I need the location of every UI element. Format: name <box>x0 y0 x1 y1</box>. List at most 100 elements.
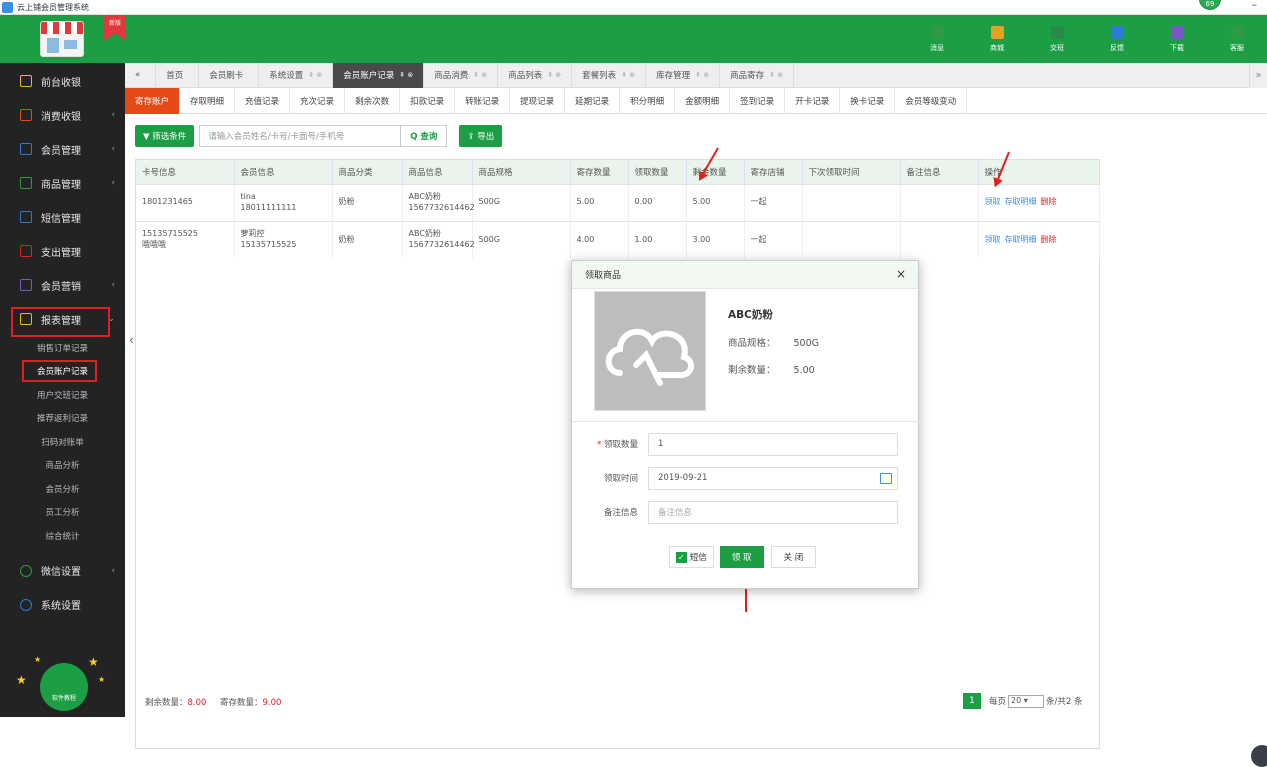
search-input[interactable]: 请输入会员姓名/卡号/卡面号/手机号 <box>199 125 402 147</box>
record-subtab[interactable]: 充值记录 <box>235 87 291 114</box>
pin-close-icon[interactable]: ⇞ ⊗ <box>547 71 561 79</box>
page-tab[interactable]: 商品消费 ⇞ ⊗ <box>424 62 499 88</box>
date-input[interactable]: 2019-09-21 <box>648 466 898 490</box>
page-tab[interactable]: 商品列表 ⇞ ⊗ <box>498 62 573 88</box>
note-label: 备注信息 <box>603 508 638 518</box>
sidebar-subitem[interactable]: 扫码对账单 <box>0 430 125 454</box>
sidebar-collapse-icon[interactable]: ‹ <box>129 333 134 347</box>
record-subtab[interactable]: 扣款记录 <box>400 87 456 114</box>
chat-icon <box>1110 25 1124 39</box>
topnav-item[interactable]: 反馈 <box>1087 15 1147 63</box>
record-subtab[interactable]: 会员等级变动 <box>895 87 968 114</box>
pin-close-icon[interactable]: ⇞ ⊗ <box>399 71 413 79</box>
column-header: 剩余数量 <box>686 160 745 184</box>
topnav-item[interactable]: 交班 <box>1027 15 1087 63</box>
note-input[interactable]: 备注信息 <box>648 500 898 524</box>
tabs-scroll-right[interactable]: » <box>1249 63 1267 88</box>
page-tab[interactable]: 套餐列表 ⇞ ⊗ <box>572 62 647 88</box>
pin-close-icon[interactable]: ⇞ ⊗ <box>473 71 487 79</box>
per-page-select[interactable]: 20 ▾ <box>1008 694 1045 708</box>
sidebar-subitem[interactable]: 员工分析 <box>0 501 125 525</box>
sidebar-subitem[interactable]: 综合统计 <box>0 524 125 548</box>
sidebar-subitem[interactable]: 会员账户记录 <box>0 359 125 384</box>
app-icon <box>2 1 13 13</box>
sidebar-item[interactable]: 前台收银 <box>0 64 125 98</box>
page-tab[interactable]: 系统设置 ⇞ ⊗ <box>259 62 334 88</box>
sidebar-subitem[interactable]: 用户交班记录 <box>0 383 125 407</box>
qty-input[interactable]: 1 <box>648 432 898 456</box>
page-tab[interactable]: 会员刷卡 <box>199 62 260 88</box>
pin-close-icon[interactable]: ⇞ ⊗ <box>695 71 709 79</box>
pin-close-icon[interactable]: ⇞ ⊗ <box>621 71 635 79</box>
expand-arrow-icon: ‹ <box>111 144 115 154</box>
minimize-button[interactable]: – <box>1252 0 1258 11</box>
tutorial-button[interactable]: 软件教程 <box>40 663 88 711</box>
star-icon: ★ <box>16 673 27 687</box>
close-button[interactable]: 关 闭 <box>770 546 817 568</box>
record-subtab[interactable]: 转账记录 <box>455 87 511 114</box>
query-button[interactable]: Q 查询 <box>401 125 448 147</box>
page-tab[interactable]: « <box>125 62 157 88</box>
detail-link[interactable]: 存取明细 <box>1005 197 1037 206</box>
sidebar-item[interactable]: 会员管理 ‹ <box>0 132 125 166</box>
record-subtab[interactable]: 延期记录 <box>565 87 621 114</box>
notification-badge[interactable]: 69 <box>1199 0 1221 10</box>
page-tab[interactable]: 商品寄存 ⇞ ⊗ <box>720 62 795 88</box>
record-subtab[interactable]: 充次记录 <box>290 87 346 114</box>
record-subtab[interactable]: 签到记录 <box>730 87 786 114</box>
topnav-item[interactable]: 消息 <box>907 15 967 63</box>
sidebar-item[interactable]: 商品管理 ‹ <box>0 166 125 200</box>
take-link[interactable]: 领取 <box>985 235 1001 244</box>
topnav-item[interactable]: 商城 <box>967 15 1027 63</box>
sidebar-subitem[interactable]: 销售订单记录 <box>0 336 125 360</box>
calendar-icon[interactable] <box>880 472 892 484</box>
page-tab[interactable]: 库存管理 ⇞ ⊗ <box>646 62 721 88</box>
product-name: ABC奶粉 <box>728 309 773 321</box>
sms-checkbox[interactable]: ✓ 短信 <box>668 546 714 568</box>
detail-link[interactable]: 存取明细 <box>1005 235 1037 244</box>
page-tabs: «首页 会员刷卡 系统设置 ⇞ ⊗ 会员账户记录 ⇞ ⊗ 商品消费 ⇞ ⊗ 商品列表 ⇞ ⊗ 套餐列… <box>125 62 1267 88</box>
check-icon: ✓ <box>675 551 687 563</box>
export-button[interactable]: ⇪ 导出 <box>459 125 503 147</box>
record-subtab[interactable]: 换卡记录 <box>840 87 896 114</box>
float-tool-button[interactable] <box>1251 745 1267 767</box>
sidebar-subitem[interactable]: 推荐返利记录 <box>0 407 125 431</box>
cashier-icon <box>20 75 32 87</box>
header: 新版 消息 商城 交班 反馈 下载 客服 <box>0 15 1267 63</box>
pin-close-icon[interactable]: ⇞ ⊗ <box>308 71 322 79</box>
sidebar-item[interactable]: 短信管理 <box>0 200 125 234</box>
topnav-item[interactable]: 下载 <box>1147 15 1207 63</box>
topnav-item[interactable]: 客服 <box>1207 15 1267 63</box>
take-button[interactable]: 领 取 <box>719 546 764 568</box>
sidebar-item[interactable]: 微信设置 ‹ <box>0 554 125 588</box>
record-subtab[interactable]: 剩余次数 <box>345 87 401 114</box>
sidebar-item[interactable]: 消费收银 ‹ <box>0 98 125 132</box>
record-subtab[interactable]: 金额明细 <box>675 87 731 114</box>
sidebar-item[interactable]: 会员营销 ‹ <box>0 268 125 302</box>
close-icon[interactable]: × <box>896 267 906 281</box>
per-page-label: 每页 <box>989 697 1007 707</box>
expand-arrow-icon: ‹ <box>111 178 115 188</box>
sidebar-item[interactable]: 支出管理 <box>0 234 125 268</box>
sidebar-item[interactable]: 系统设置 <box>0 588 125 622</box>
qty-label: 领取数量 <box>603 440 638 450</box>
record-subtab[interactable]: 寄存账户 <box>125 87 181 114</box>
table-row: 15135715525 哦哦哦 萝莉控 15135715525 奶粉 ABC奶粉 15… <box>136 220 1100 258</box>
record-subtab[interactable]: 提现记录 <box>510 87 566 114</box>
filter-button[interactable]: ▼ 筛选条件 <box>135 125 195 147</box>
page-number-button[interactable]: 1 <box>963 693 981 709</box>
pin-close-icon[interactable]: ⇞ ⊗ <box>769 71 783 79</box>
take-link[interactable]: 领取 <box>985 197 1001 206</box>
record-subtab[interactable]: 积分明细 <box>620 87 676 114</box>
page-tab[interactable]: 会员账户记录 ⇞ ⊗ <box>333 62 425 88</box>
page-tab[interactable]: 首页 <box>156 62 200 88</box>
delete-link[interactable]: 删除 <box>1041 197 1057 206</box>
sidebar-subitem[interactable]: 商品分析 <box>0 454 125 478</box>
sidebar-item[interactable]: 报表管理 ⌄ <box>0 302 125 337</box>
delete-link[interactable]: 删除 <box>1041 235 1057 244</box>
record-subtab[interactable]: 存取明细 <box>180 87 236 114</box>
sidebar-subitem[interactable]: 会员分析 <box>0 477 125 501</box>
record-subtab[interactable]: 开卡记录 <box>785 87 841 114</box>
send-icon <box>930 25 944 39</box>
cloud-logo-icon <box>605 328 695 386</box>
